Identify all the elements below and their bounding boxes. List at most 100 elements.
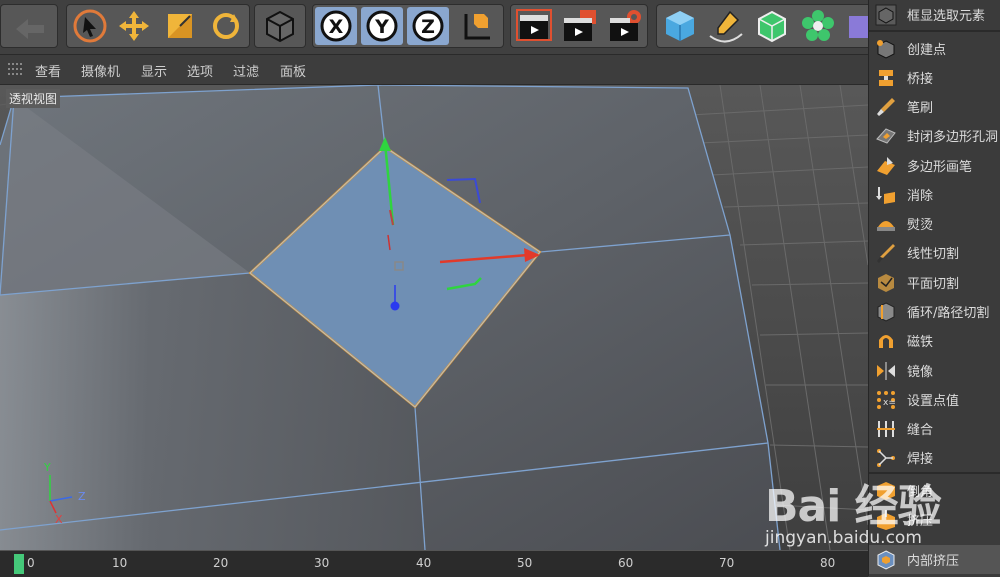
bridge-icon: [879, 70, 893, 86]
move-arrows-icon: [119, 11, 149, 41]
tool-extrude-inner[interactable]: 内部挤压: [869, 545, 1000, 574]
rotate-icon: [213, 13, 239, 39]
clapper-gear-icon: [610, 10, 641, 41]
timeline-tick: 80: [820, 556, 836, 570]
menu-display[interactable]: 显示: [141, 61, 167, 80]
object-create-group: [656, 4, 869, 48]
cube-outline-icon: [266, 10, 294, 43]
axis-y-label: Y: [43, 461, 51, 474]
y-axis-letter: Y: [374, 16, 389, 38]
cube-object-button[interactable]: [659, 7, 701, 45]
viewport-menu-bar: 查看 摄像机 显示 选项 过滤 面板: [0, 55, 868, 85]
tool-mirror[interactable]: 镜像: [869, 356, 1000, 385]
coordinate-system-button[interactable]: [455, 7, 497, 45]
tool-label: 多边形画笔: [907, 160, 973, 175]
clapper-picture-icon: [564, 10, 596, 41]
tool-label: 镜像: [907, 365, 934, 380]
tool-line-cut[interactable]: 线性切割: [869, 238, 1000, 267]
tool-magnet[interactable]: 磁铁: [869, 326, 1000, 355]
y-axis-icon: Y: [366, 10, 398, 42]
tool-close-polygon-hole[interactable]: 封闭多边形孔洞: [869, 121, 1000, 150]
menu-filter[interactable]: 过滤: [233, 61, 259, 80]
viewport-scene: Y Z X: [0, 85, 868, 550]
tool-frame-selected[interactable]: 框显选取元素: [869, 0, 1000, 29]
axis-x-label: X: [55, 513, 63, 526]
tool-label: 缝合: [907, 423, 934, 438]
extrude-inner-icon: [877, 550, 895, 570]
tool-set-point-value[interactable]: x= 设置点值: [869, 385, 1000, 414]
tool-loop-path-cut[interactable]: 循环/路径切割: [869, 297, 1000, 326]
set-point-value-icon: x=: [877, 391, 896, 409]
y-axis-lock-button[interactable]: Y: [361, 7, 403, 45]
tool-label: 焊接: [907, 452, 934, 467]
tool-weld[interactable]: 焊接: [869, 443, 1000, 472]
cloner-button[interactable]: [797, 7, 839, 45]
menu-camera[interactable]: 摄像机: [81, 61, 120, 80]
z-axis-lock-button[interactable]: Z: [407, 7, 449, 45]
tool-label: 消除: [907, 189, 934, 204]
tool-label: 循环/路径切割: [907, 306, 990, 321]
green-cube-icon: [758, 10, 786, 43]
playhead-handle[interactable]: [14, 554, 24, 574]
tool-polygon-pen[interactable]: 多边形画笔: [869, 151, 1000, 180]
menu-panel[interactable]: 面板: [280, 61, 306, 80]
timeline-tick: 30: [314, 556, 330, 570]
undo-button[interactable]: [5, 7, 55, 45]
frame-selected-icon: [875, 4, 897, 26]
menu-options[interactable]: 选项: [187, 61, 213, 80]
recent-tool-button[interactable]: [259, 7, 301, 45]
timeline-tick: 40: [416, 556, 432, 570]
polygon-pen-icon: [877, 157, 895, 175]
tool-stitch[interactable]: 缝合: [869, 414, 1000, 443]
tool-label: 线性切割: [907, 247, 960, 262]
live-selection-button[interactable]: [69, 7, 111, 45]
x-axis-icon: X: [320, 10, 352, 42]
timeline-tick: 70: [719, 556, 735, 570]
selection-cursor-icon: [73, 9, 107, 43]
plane-cut-icon: [878, 274, 894, 292]
z-axis-icon: Z: [412, 10, 444, 42]
tool-label: 设置点值: [907, 394, 960, 409]
tool-label: 磁铁: [907, 335, 934, 350]
tool-label: 创建点: [907, 43, 947, 58]
iron-icon: [877, 221, 895, 231]
knife-icon: [877, 244, 895, 263]
transform-tools-group: [66, 4, 250, 48]
tool-plane-cut[interactable]: 平面切割: [869, 268, 1000, 297]
tool-dissolve[interactable]: 消除: [869, 180, 1000, 209]
close-hole-icon: [876, 128, 896, 144]
move-tool-button[interactable]: [113, 7, 155, 45]
timeline-tick: 60: [618, 556, 634, 570]
tool-bridge[interactable]: 桥接: [869, 63, 1000, 92]
timeline-tick: 20: [213, 556, 229, 570]
viewport-label[interactable]: 透视视图: [6, 89, 61, 108]
svg-text:x=: x=: [883, 398, 896, 408]
tool-create-point[interactable]: 创建点: [869, 34, 1000, 63]
tool-label: 桥接: [907, 72, 934, 87]
render-settings-button[interactable]: [605, 7, 647, 45]
render-view-button[interactable]: [513, 7, 555, 45]
tool-label: 平面切割: [907, 277, 960, 292]
x-axis-lock-button[interactable]: X: [315, 7, 357, 45]
tool-brush[interactable]: 笔刷: [869, 92, 1000, 121]
menu-view[interactable]: 查看: [35, 61, 61, 80]
brush-icon: [877, 98, 895, 116]
perspective-viewport[interactable]: Y Z X 透视视图: [0, 85, 868, 550]
timeline-ruler[interactable]: 0 10 20 30 40 50 60 70 80: [0, 550, 868, 577]
undo-icon: [16, 19, 44, 39]
last-tool-group: [254, 4, 306, 48]
tool-iron[interactable]: 熨烫: [869, 209, 1000, 238]
x-axis-letter: X: [329, 16, 344, 38]
scale-tool-button[interactable]: [159, 7, 201, 45]
render-picture-viewer-button[interactable]: [559, 7, 601, 45]
axis-z-label: Z: [78, 490, 86, 503]
scale-icon: [168, 14, 192, 38]
z-axis-letter: Z: [421, 16, 435, 38]
loop-cut-icon: [877, 302, 895, 322]
spline-pen-button[interactable]: [705, 7, 747, 45]
panel-grip-icon[interactable]: [8, 63, 22, 75]
timeline-tick: 0: [27, 556, 35, 570]
deformer-button[interactable]: [843, 7, 869, 45]
subdivision-surface-button[interactable]: [751, 7, 793, 45]
rotate-tool-button[interactable]: [205, 7, 247, 45]
